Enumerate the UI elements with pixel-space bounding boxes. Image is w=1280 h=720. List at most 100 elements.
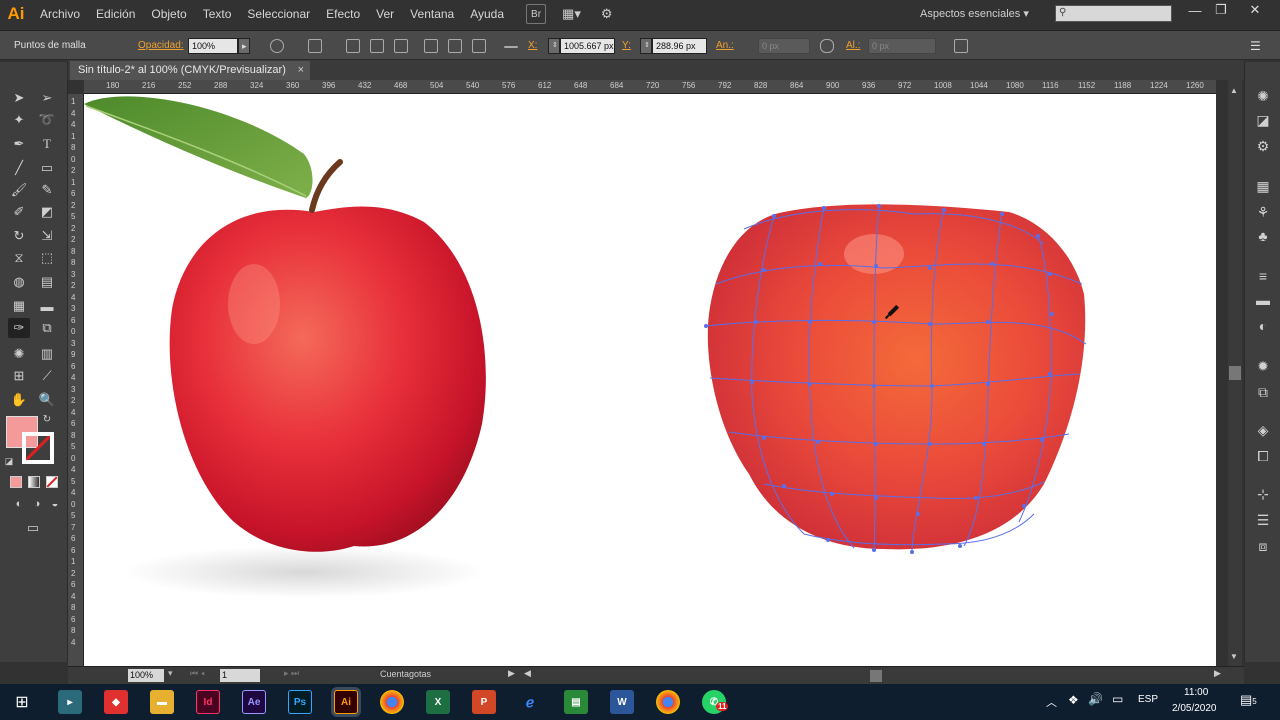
scale-tool-icon[interactable]: ⇲ bbox=[36, 226, 58, 246]
arrange-documents-button[interactable]: ▦▾ bbox=[558, 4, 585, 24]
swatches-icon[interactable]: ▦ bbox=[1255, 178, 1271, 194]
menu-ver[interactable]: Ver bbox=[368, 0, 402, 28]
align-center-icon[interactable] bbox=[370, 39, 384, 53]
column-graph-tool-icon[interactable]: ▥ bbox=[36, 344, 58, 364]
workspace-switcher[interactable]: Aspectos esenciales ▾ bbox=[912, 4, 1042, 24]
swap-fill-stroke-icon[interactable]: ↻ bbox=[40, 412, 54, 426]
paintbrush-tool-icon[interactable]: 🖌 bbox=[8, 180, 30, 200]
edge-icon[interactable]: ℯ bbox=[518, 690, 542, 714]
menu-seleccionar[interactable]: Seleccionar bbox=[239, 0, 318, 28]
screen-mode-icon[interactable]: ▭ bbox=[22, 518, 44, 538]
symbols-icon[interactable]: ♣ bbox=[1255, 228, 1271, 244]
restore-button[interactable]: ❐ bbox=[1206, 0, 1236, 20]
cc-libraries-icon[interactable]: ⚙ bbox=[1255, 138, 1271, 154]
color-guide-icon[interactable]: ◪ bbox=[1255, 112, 1271, 128]
taskbar-anydesk-icon[interactable]: ◆ bbox=[104, 690, 128, 714]
line-tool-icon[interactable]: ╱ bbox=[8, 158, 30, 178]
panel-menu-icon[interactable]: ☰ bbox=[1250, 31, 1261, 61]
artboard-tool-icon[interactable]: ⊞ bbox=[8, 366, 30, 386]
artboard-canvas[interactable] bbox=[84, 94, 1216, 666]
reference-point-icon[interactable] bbox=[504, 46, 518, 48]
x-stepper[interactable]: ⇕ bbox=[548, 38, 560, 54]
transparency-icon[interactable]: ◐ bbox=[1255, 318, 1271, 334]
scroll-thumb[interactable] bbox=[1229, 366, 1241, 380]
free-transform-tool-icon[interactable]: ⬚ bbox=[36, 248, 58, 268]
gradient-mode-icon[interactable] bbox=[28, 476, 40, 488]
align-bottom-icon[interactable] bbox=[472, 39, 486, 53]
layers-icon[interactable]: ◈ bbox=[1255, 422, 1271, 438]
align-right-icon[interactable] bbox=[394, 39, 408, 53]
scroll-down-icon[interactable]: ▼ bbox=[1230, 652, 1238, 661]
zoom-dropdown-icon[interactable]: ▾ bbox=[168, 668, 173, 679]
gpu-performance-icon[interactable]: ⚙ bbox=[597, 4, 617, 24]
status-arrow-icon[interactable]: ▶ bbox=[508, 668, 515, 679]
type-tool-icon[interactable]: T bbox=[36, 134, 58, 154]
menu-efecto[interactable]: Efecto bbox=[318, 0, 368, 28]
scroll-up-icon[interactable]: ▲ bbox=[1230, 86, 1238, 95]
zoom-field[interactable]: 100% bbox=[128, 669, 164, 682]
artboards-icon[interactable]: ⧠ bbox=[1255, 448, 1271, 464]
powerpoint-icon[interactable]: P bbox=[472, 690, 496, 714]
height-field[interactable]: 0 px bbox=[868, 38, 936, 54]
align-to-icon[interactable] bbox=[308, 39, 322, 53]
clock-time[interactable]: 11:00 bbox=[1184, 687, 1208, 698]
apple-photo[interactable] bbox=[84, 96, 486, 598]
artboard-nav-last-icon[interactable]: ▸ ⏭ bbox=[284, 668, 299, 679]
file-explorer-icon[interactable]: ▬ bbox=[150, 690, 174, 714]
align-middle-icon[interactable] bbox=[448, 39, 462, 53]
pencil-tool-icon[interactable]: ✎ bbox=[36, 180, 58, 200]
volume-icon[interactable]: 🔊 bbox=[1088, 692, 1103, 706]
pen-tool-icon[interactable]: ✒ bbox=[8, 134, 30, 154]
constrain-link-icon[interactable] bbox=[820, 39, 834, 53]
mesh-apple-object[interactable] bbox=[704, 204, 1087, 554]
project-icon[interactable]: ▤ bbox=[564, 690, 588, 714]
align-top-icon[interactable] bbox=[424, 39, 438, 53]
gradient-panel-icon[interactable]: ▬ bbox=[1255, 292, 1271, 308]
align-panel-icon[interactable]: ☰ bbox=[1255, 512, 1271, 528]
stroke-panel-icon[interactable]: ≡ bbox=[1255, 268, 1271, 284]
appearance-icon[interactable]: ✹ bbox=[1255, 358, 1271, 374]
eyedropper-tool-icon[interactable]: ✑ bbox=[8, 318, 30, 338]
width-field[interactable]: 0 px bbox=[758, 38, 810, 54]
selection-tool-icon[interactable]: ➤ bbox=[8, 88, 30, 108]
excel-icon[interactable]: X bbox=[426, 690, 450, 714]
y-stepper[interactable]: ⇕ bbox=[640, 38, 652, 54]
language-indicator[interactable]: ESP bbox=[1138, 694, 1158, 705]
gradient-tool-icon[interactable]: ▬ bbox=[36, 296, 58, 316]
hand-tool-icon[interactable]: ✋ bbox=[8, 390, 30, 410]
vertical-scrollbar[interactable]: ▲ ▼ bbox=[1228, 80, 1242, 666]
clock-date[interactable]: 2/05/2020 bbox=[1172, 703, 1217, 714]
lasso-tool-icon[interactable]: ➰ bbox=[36, 110, 58, 130]
pathfinder-icon[interactable]: ⧈ bbox=[1255, 538, 1271, 554]
draw-inside-icon[interactable]: ◒ bbox=[44, 494, 66, 514]
menu-ayuda[interactable]: Ayuda bbox=[462, 0, 512, 28]
recolor-icon[interactable] bbox=[270, 39, 284, 53]
mesh-tool-icon[interactable]: ▦ bbox=[8, 296, 30, 316]
after-effects-icon[interactable]: Ae bbox=[242, 690, 266, 714]
menu-ventana[interactable]: Ventana bbox=[402, 0, 462, 28]
document-tab[interactable]: Sin título-2* al 100% (CMYK/Previsualiza… bbox=[70, 61, 310, 80]
none-mode-icon[interactable] bbox=[46, 476, 58, 488]
direct-selection-tool-icon[interactable]: ➢ bbox=[36, 88, 58, 108]
default-colors-icon[interactable]: ◪ bbox=[2, 454, 16, 468]
menu-archivo[interactable]: Archivo bbox=[32, 0, 88, 28]
opacity-arrow-icon[interactable]: ▸ bbox=[238, 38, 250, 54]
zoom-tool-icon[interactable]: 🔍 bbox=[36, 390, 58, 410]
blend-tool-icon[interactable]: ⧉ bbox=[36, 318, 58, 338]
indesign-icon[interactable]: Id bbox=[196, 690, 220, 714]
artboard-nav-first-icon[interactable]: ⏮ ◂ bbox=[190, 668, 205, 679]
search-input[interactable]: ⚲ bbox=[1055, 5, 1172, 22]
close-tab-icon[interactable]: × bbox=[298, 61, 304, 80]
perspective-grid-tool-icon[interactable]: ▤ bbox=[36, 272, 58, 292]
windows-start-icon[interactable]: ⊞ bbox=[10, 690, 34, 714]
dropbox-icon[interactable]: ❖ bbox=[1068, 693, 1079, 707]
symbol-sprayer-tool-icon[interactable]: ✺ bbox=[8, 344, 30, 364]
chrome-profile-icon[interactable] bbox=[656, 690, 680, 714]
notifications-icon[interactable]: ▤5 bbox=[1240, 692, 1257, 708]
transform-panel-icon[interactable]: ⊹ bbox=[1255, 486, 1271, 502]
eraser-tool-icon[interactable]: ◩ bbox=[36, 202, 58, 222]
menu-objeto[interactable]: Objeto bbox=[143, 0, 194, 28]
rotate-tool-icon[interactable]: ↻ bbox=[8, 226, 30, 246]
menu-edicion[interactable]: Edición bbox=[88, 0, 143, 28]
align-left-icon[interactable] bbox=[346, 39, 360, 53]
